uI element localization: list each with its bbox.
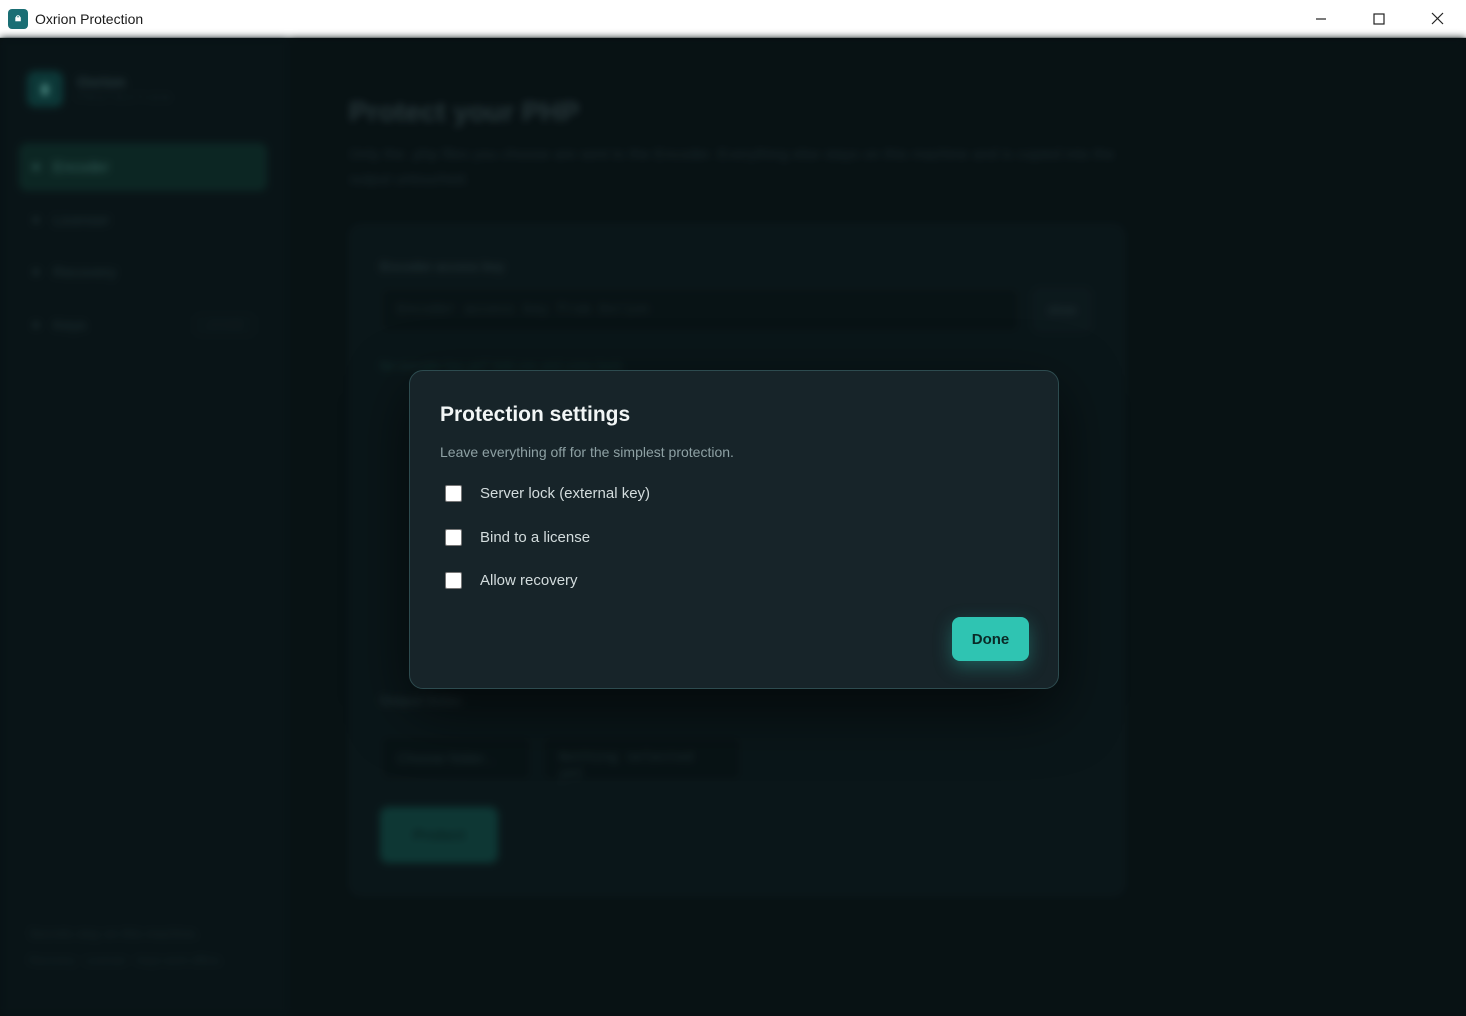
window-title: Oxrion Protection: [35, 10, 144, 27]
lock-icon: 🔒︎: [8, 8, 28, 29]
server-lock-label: Server lock (external key): [480, 485, 651, 502]
close-icon: [1431, 12, 1443, 25]
dialog-subtitle: Leave everything off for the simplest pr…: [440, 444, 734, 460]
protection-settings-dialog: Protection settings Leave everything off…: [409, 370, 1059, 689]
bind-license-label: Bind to a license: [480, 529, 591, 546]
server-lock-checkbox[interactable]: [445, 485, 462, 502]
minimize-button[interactable]: [1292, 0, 1350, 38]
maximize-icon: [1373, 12, 1385, 25]
close-button[interactable]: [1408, 0, 1466, 38]
option-server-lock[interactable]: Server lock (external key): [445, 485, 650, 502]
option-bind-license[interactable]: Bind to a license: [445, 529, 590, 546]
minimize-icon: [1316, 17, 1326, 20]
maximize-button[interactable]: [1350, 0, 1408, 38]
option-allow-recovery[interactable]: Allow recovery: [445, 572, 578, 589]
dialog-title: Protection settings: [440, 403, 631, 426]
bind-license-checkbox[interactable]: [445, 529, 462, 546]
allow-recovery-checkbox[interactable]: [445, 572, 462, 589]
window-titlebar: 🔒︎ Oxrion Protection: [0, 0, 1466, 38]
allow-recovery-label: Allow recovery: [480, 572, 578, 589]
done-button[interactable]: Done: [952, 617, 1029, 661]
